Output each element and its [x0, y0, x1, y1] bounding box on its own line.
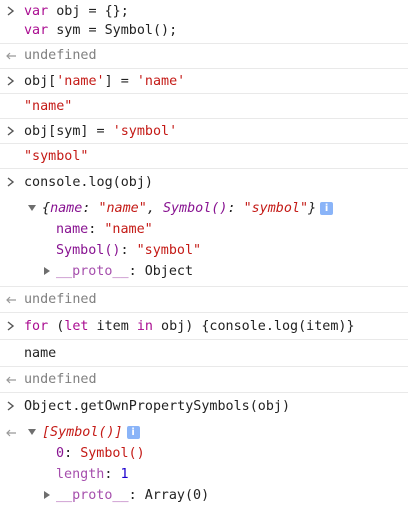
array-length-property: length: 1: [56, 465, 129, 485]
code-token: for: [24, 319, 49, 334]
proto-value: Object: [144, 264, 194, 279]
code-token: obj[: [24, 74, 57, 89]
console-input-entry[interactable]: console.log(obj): [0, 169, 408, 196]
console-input-entry[interactable]: Object.getOwnPropertySymbols(obj): [0, 393, 408, 420]
property-key: name: [56, 222, 89, 237]
preview-value: "symbol": [243, 201, 309, 216]
object-open-brace: {: [42, 201, 51, 216]
preview-key: Symbol(): [162, 201, 228, 216]
property-key: length: [56, 467, 105, 482]
result-arrow-icon: [4, 290, 18, 310]
result-value: undefined: [24, 372, 97, 387]
property-sep: :: [88, 222, 105, 237]
console-input-entry[interactable]: obj['name'] = 'name': [0, 69, 408, 94]
property-sep: :: [104, 467, 121, 482]
console-input-entry[interactable]: obj[sym] = 'symbol': [0, 119, 408, 144]
property-sep: :: [120, 243, 137, 258]
code-line: obj['name'] = 'name': [24, 72, 185, 92]
result-value: undefined: [24, 292, 97, 307]
console-input-entry[interactable]: for (let item in obj) {console.log(item)…: [0, 313, 408, 340]
object-preview[interactable]: {name: "name", Symbol(): "symbol"} i: [28, 199, 334, 219]
code-token: obj) {console.log(item)}: [153, 319, 355, 334]
console-input-entry[interactable]: var obj = {}; var sym = Symbol();: [0, 0, 408, 44]
proto-property[interactable]: __proto__: Array(0): [44, 486, 209, 506]
console-log-object: {name: "name", Symbol(): "symbol"} i name…: [0, 196, 408, 287]
object-property: Symbol(): "symbol": [56, 241, 201, 261]
chevron-right-icon: [4, 121, 18, 141]
proto-value: Array(0): [144, 488, 210, 503]
object-property: name: "name": [56, 220, 153, 240]
code-token: obj = {};: [48, 4, 129, 19]
disclosure-triangle-icon[interactable]: [44, 491, 50, 499]
property-sep: :: [64, 446, 81, 461]
property-sep: :: [128, 488, 145, 503]
result-value: "symbol": [24, 149, 89, 164]
code-token: obj[sym] =: [24, 124, 113, 139]
preview-value: "name": [98, 201, 147, 216]
code-line: Object.getOwnPropertySymbols(obj): [24, 397, 290, 417]
chevron-right-icon: [4, 172, 18, 192]
console-result-entry: "symbol": [0, 144, 408, 169]
code-line: var obj = {};: [24, 2, 129, 22]
property-value: Symbol(): [80, 446, 145, 461]
console-log-entry: name: [0, 340, 408, 367]
property-sep: :: [128, 264, 145, 279]
result-arrow-icon: [4, 46, 18, 66]
code-token: let: [64, 319, 89, 334]
array-preview[interactable]: [Symbol()] i: [28, 423, 140, 443]
console-result-entry: "name": [0, 94, 408, 119]
result-arrow-icon: [4, 370, 18, 390]
property-key: 0: [56, 446, 65, 461]
proto-key: __proto__: [56, 488, 129, 503]
result-arrow-icon: [4, 423, 18, 443]
property-value: 1: [120, 467, 129, 482]
array-preview-text: [Symbol()]: [42, 425, 123, 440]
code-token: item: [88, 319, 137, 334]
code-line: console.log(obj): [24, 173, 153, 193]
proto-key: __proto__: [56, 264, 129, 279]
code-token: 'symbol': [112, 124, 178, 139]
array-index-property: 0: Symbol(): [56, 444, 145, 464]
disclosure-triangle-icon[interactable]: [28, 205, 36, 211]
console-result-entry: undefined: [0, 287, 408, 313]
code-line: obj[sym] = 'symbol': [24, 122, 177, 142]
code-token: in: [136, 319, 153, 334]
code-line: var sym = Symbol();: [24, 21, 177, 41]
console-result-entry: undefined: [0, 44, 408, 69]
code-token: Object.getOwnPropertySymbols(obj): [24, 399, 291, 414]
preview-sep: :: [227, 201, 244, 216]
code-token: var: [24, 23, 49, 38]
preview-sep: :: [82, 201, 99, 216]
code-token: sym = Symbol();: [48, 23, 178, 38]
info-badge-icon[interactable]: i: [320, 202, 334, 215]
disclosure-triangle-icon[interactable]: [28, 429, 36, 435]
code-token: 'name': [136, 74, 186, 89]
console-result-array: [Symbol()] i 0: Symbol() length: 1 __prot…: [0, 420, 408, 510]
log-text: name: [24, 346, 57, 361]
chevron-right-icon: [4, 71, 18, 91]
result-value: "name": [24, 99, 73, 114]
proto-property[interactable]: __proto__: Object: [44, 262, 193, 282]
property-value: "symbol": [136, 243, 202, 258]
property-value: "name": [104, 222, 153, 237]
devtools-console: var obj = {}; var sym = Symbol(); undefi…: [0, 0, 408, 529]
console-result-entry: undefined: [0, 367, 408, 393]
code-token: var: [24, 4, 49, 19]
object-preview-text: {name: "name", Symbol(): "symbol"}: [42, 201, 316, 216]
preview-key: name: [50, 201, 83, 216]
info-badge-icon[interactable]: i: [126, 426, 140, 439]
chevron-right-icon: [4, 1, 18, 21]
property-key: Symbol(): [56, 243, 121, 258]
code-token: ] =: [104, 74, 137, 89]
chevron-right-icon: [4, 316, 18, 336]
preview-comma: ,: [146, 201, 163, 216]
code-line: for (let item in obj) {console.log(item)…: [24, 317, 355, 337]
disclosure-triangle-icon[interactable]: [44, 267, 50, 275]
code-token: console.log(obj): [24, 175, 153, 190]
chevron-right-icon: [4, 396, 18, 416]
code-token: 'name': [56, 74, 105, 89]
result-value: undefined: [24, 48, 97, 63]
code-token: (: [48, 319, 65, 334]
object-close-brace: }: [308, 201, 317, 216]
